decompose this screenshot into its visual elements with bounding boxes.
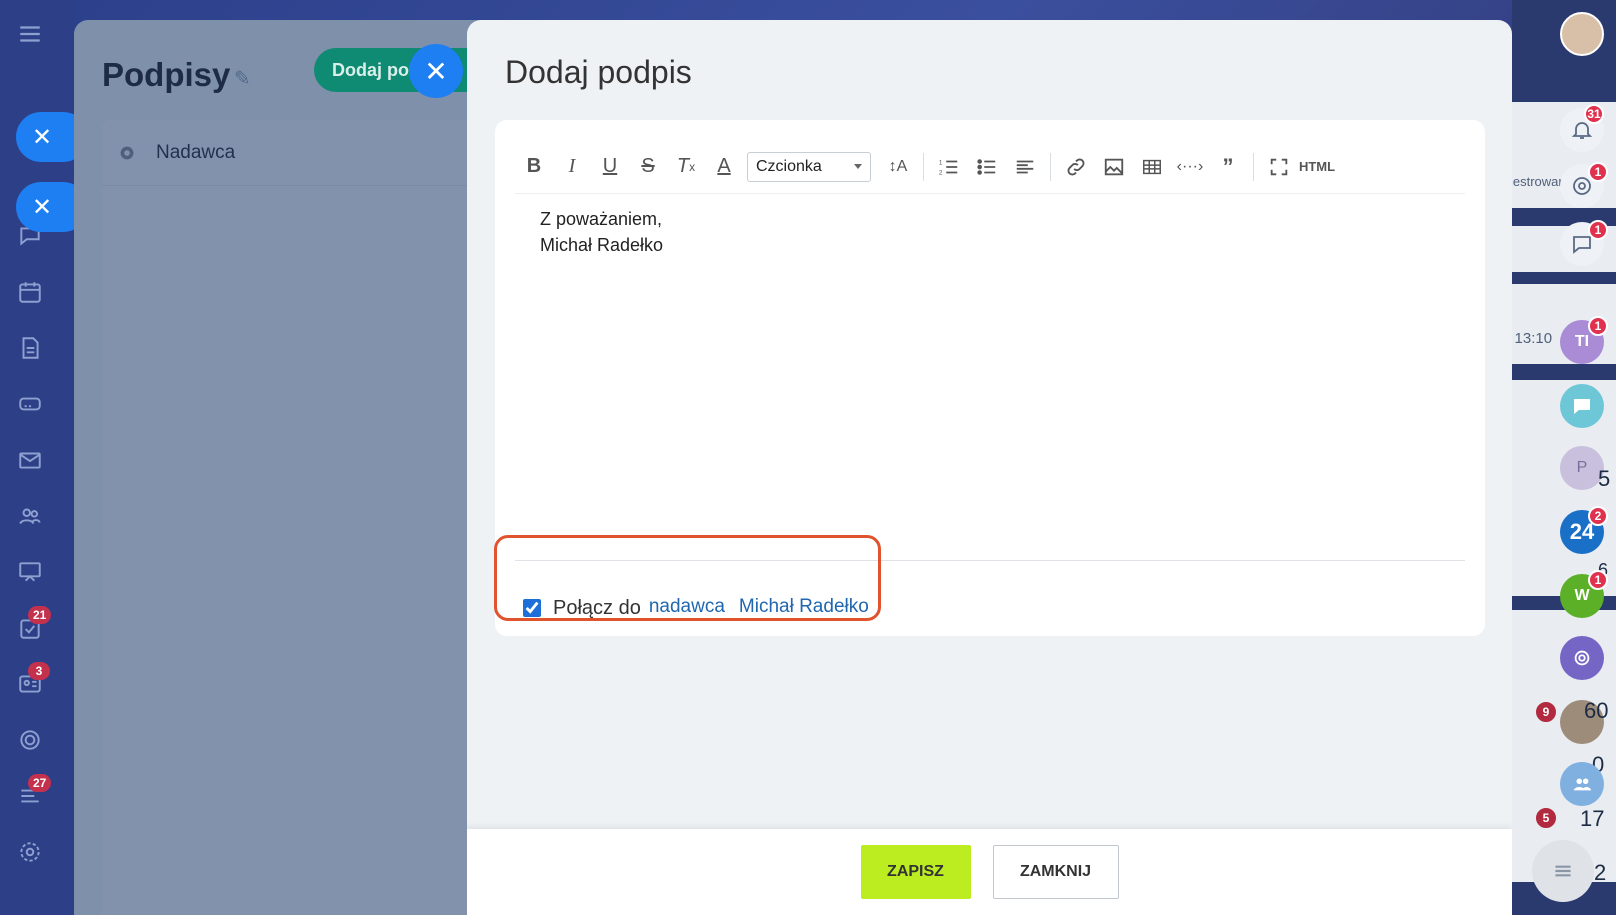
slider-footer: ZAPISZ ZAMKNIJ [467,829,1512,915]
html-label: HTML [1298,159,1336,174]
close-button[interactable]: ZAMKNIJ [992,845,1119,899]
chat-badge: 1 [1588,220,1608,240]
bold-button[interactable]: B [515,148,553,186]
list-menu-button[interactable] [1532,840,1594,902]
feed-badge: 27 [28,774,52,792]
code-button[interactable]: ‹···› [1171,148,1209,186]
signatures-table: Nadawca [102,120,522,915]
html-button[interactable]: HTML [1298,148,1336,186]
image-button[interactable] [1095,148,1133,186]
signatures-panel: Podpisy ✎ Dodaj po Nadawca [74,20,522,915]
fullscreen-icon[interactable] [1260,148,1298,186]
content-line-2: Michał Radełko [540,235,664,255]
people-icon[interactable] [1560,762,1604,806]
column-sender: Nadawca [156,141,236,163]
side-text: jestrowan [1510,174,1566,189]
strikethrough-button[interactable]: S [629,148,667,186]
presentation-icon[interactable] [14,556,46,588]
number-60: 60 [1584,698,1609,723]
user-avatar[interactable] [1560,12,1604,56]
gear-icon[interactable] [116,142,138,164]
settings-gear-icon[interactable] [14,836,46,868]
bitrix24-badge: 2 [1588,506,1608,526]
menu-icon[interactable] [14,18,46,50]
underline-button[interactable]: U [591,148,629,186]
copilot-badge: 1 [1588,162,1608,182]
pin-icon[interactable]: ✎ [234,66,251,91]
align-button[interactable] [1006,148,1044,186]
chat-bubble-icon[interactable] [1560,384,1604,428]
drive-icon[interactable] [14,388,46,420]
badge-9: 9 [1536,702,1556,722]
table-button[interactable] [1133,148,1171,186]
link-button[interactable] [1057,148,1095,186]
table-header: Nadawca [102,120,522,186]
spiral-icon[interactable] [1560,636,1604,680]
signatures-title: Podpisy [102,56,231,93]
add-signature-slider: Dodaj podpis B I U S Tx A Czcionka ↕A 12 [467,20,1512,915]
font-select[interactable]: Czcionka [747,151,871,182]
contacts-icon[interactable] [14,500,46,532]
chevron-down-icon [854,164,862,169]
italic-button[interactable]: I [553,148,591,186]
close-slider-button[interactable]: ✕ [409,44,463,98]
signature-content[interactable]: Z poważaniem, Michał Radełko [540,206,663,258]
editor-toolbar: B I U S Tx A Czcionka ↕A 12 ‹···› ” HTML [515,140,1465,194]
number-17: 17 [1580,806,1605,831]
avatar-w-badge: 1 [1588,570,1608,590]
content-line-1: Z poważaniem, [540,209,663,229]
font-select-value: Czcionka [756,157,822,175]
bullet-list-button[interactable] [968,148,1006,186]
document-icon[interactable] [14,332,46,364]
svg-text:2: 2 [939,169,943,176]
badge-5: 5 [1536,808,1556,828]
ordered-list-button[interactable]: 12 [930,148,968,186]
number-5: 5 [1598,466,1611,491]
contacts-badge: 3 [28,662,50,680]
tasks-badge: 21 [28,606,52,624]
quote-button[interactable]: ” [1209,148,1247,186]
slider-title: Dodaj podpis [505,54,692,90]
avatar-ti-badge: 1 [1588,316,1608,336]
number-2: 2 [1594,860,1607,885]
clear-format-button[interactable]: Tx [667,148,705,186]
notifications-badge: 31 [1584,104,1604,124]
highlight-frame [494,535,881,621]
svg-text:1: 1 [939,159,943,166]
calendar-icon[interactable] [14,276,46,308]
mail-icon[interactable] [14,444,46,476]
target-icon[interactable] [14,724,46,756]
text-color-button[interactable]: A [705,148,743,186]
save-button[interactable]: ZAPISZ [860,845,971,899]
font-size-button[interactable]: ↕A [879,148,917,186]
